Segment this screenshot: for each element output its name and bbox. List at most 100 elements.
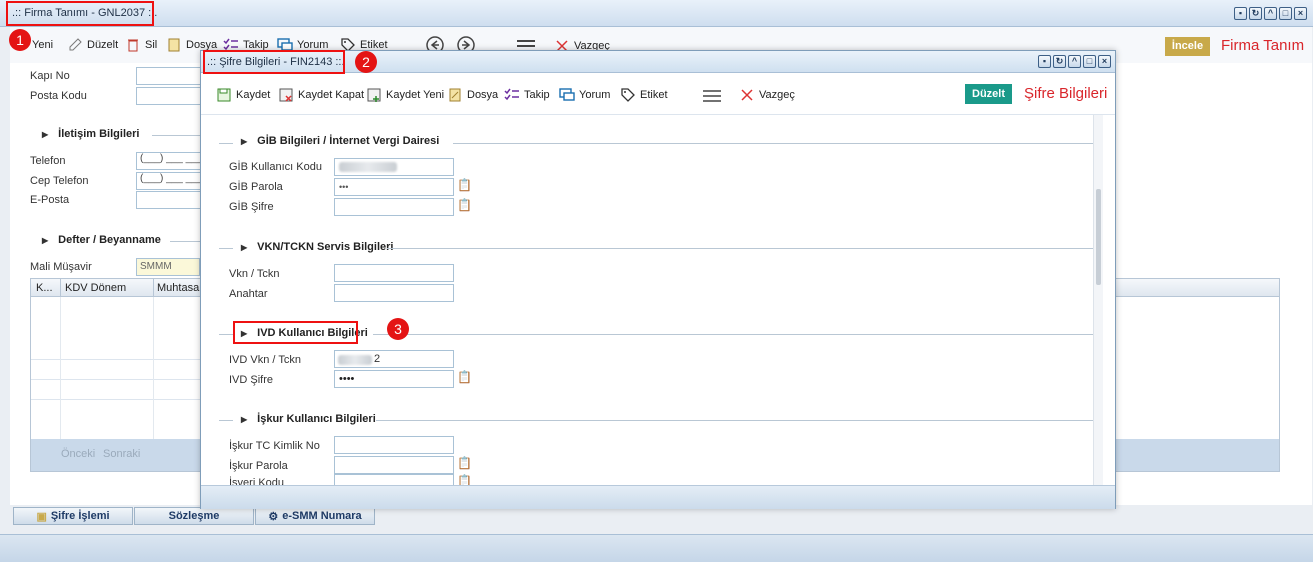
clipboard-icon[interactable]: 📋 [457, 198, 472, 212]
section-divider [373, 334, 1093, 335]
mobile-label: Cep Telefon [30, 175, 89, 187]
gib-cipher-input[interactable] [334, 198, 454, 216]
modal-cancel-label: Vazgeç [759, 89, 795, 101]
close-icon[interactable]: × [1098, 55, 1111, 68]
postal-code-input[interactable] [136, 87, 206, 105]
modal-cancel-button[interactable]: Vazgeç [739, 87, 795, 103]
grid-header-col[interactable]: K... [36, 282, 53, 294]
password-ops-label: Şifre İşlemi [50, 510, 110, 522]
contract-label: Sözleşme [168, 510, 220, 522]
maximize-icon[interactable]: □ [1279, 7, 1292, 20]
iskur-password-input[interactable] [334, 456, 454, 474]
section-divider [376, 420, 1093, 421]
delete-label: Sil [145, 39, 158, 51]
annotation-badge-3: 3 [387, 318, 409, 340]
pin-icon[interactable]: ▪ [1234, 7, 1247, 20]
section-divider [453, 143, 1093, 144]
save-new-label: Kaydet Yeni [386, 89, 445, 101]
save-button[interactable]: Kaydet [216, 87, 270, 103]
grid-header-col[interactable]: Muhtasar [157, 282, 203, 294]
edit-button[interactable]: Düzelt [67, 37, 118, 53]
expand-triangle-icon: ▶ [241, 242, 248, 252]
maximize-icon[interactable]: □ [1083, 55, 1096, 68]
iskur-section-header[interactable]: ▶ İşkur Kullanıcı Bilgileri [241, 413, 376, 425]
clipboard-icon[interactable]: 📋 [457, 456, 472, 470]
new-button[interactable]: Yeni [32, 39, 53, 51]
vkn-input[interactable] [334, 264, 454, 282]
contact-section-header[interactable]: ▶ İletişim Bilgileri [42, 128, 139, 140]
door-no-input[interactable] [136, 67, 206, 85]
gib-section-header[interactable]: ▶ GİB Bilgileri / İnternet Vergi Dairesi [241, 135, 439, 147]
collapse-icon[interactable]: ^ [1068, 55, 1081, 68]
modal-menu-button[interactable] [702, 89, 722, 105]
x-icon [739, 87, 755, 103]
email-label: E-Posta [30, 194, 70, 206]
key-input[interactable] [334, 284, 454, 302]
contact-section-title: İletişim Bilgileri [58, 128, 140, 140]
annotation-box-3 [233, 321, 358, 344]
inspect-button[interactable]: İncele [1165, 37, 1210, 56]
iskur-employer-code-input[interactable] [334, 474, 454, 485]
floppy-close-icon [278, 87, 294, 103]
modal-toolbar: Kaydet Kaydet Kapat Kaydet Yeni Dosya Ta… [201, 73, 1115, 115]
modal-heading: Şifre Bilgileri [1024, 85, 1108, 102]
clipboard-icon[interactable]: 📋 [457, 370, 472, 384]
ivd-vkn-input[interactable]: 2 [334, 350, 454, 368]
contract-tab[interactable]: Sözleşme [134, 507, 254, 525]
iskur-tc-input[interactable] [334, 436, 454, 454]
annotation-box-2 [203, 50, 345, 74]
annotation-badge-1: 1 [9, 29, 31, 51]
edit-label: Düzelt [87, 39, 119, 51]
save-new-button[interactable]: Kaydet Yeni [366, 87, 444, 103]
mobile-input[interactable]: (___) ___ ___ [136, 172, 206, 190]
section-divider [219, 248, 233, 249]
modal-file-label: Dosya [467, 89, 499, 101]
accountant-input[interactable]: SMMM [136, 258, 200, 276]
save-label: Kaydet [236, 89, 271, 101]
clipboard-icon[interactable]: 📋 [457, 178, 472, 192]
expand-triangle-icon: ▶ [241, 414, 248, 424]
vkn-section-header[interactable]: ▶ VKN/TCKN Servis Bilgileri [241, 241, 393, 253]
modal-comment-button[interactable]: Yorum [559, 87, 610, 103]
modal-edit-button[interactable]: Düzelt [965, 84, 1012, 104]
grid-header-col[interactable]: KDV Dönem [65, 282, 126, 294]
modal-tag-button[interactable]: Etiket [620, 87, 668, 103]
modal-scrollbar[interactable] [1093, 115, 1103, 485]
modal-window-controls: ▪ ↻ ^ □ × [1038, 55, 1111, 68]
tag-icon [620, 87, 636, 103]
pin-icon[interactable]: ▪ [1038, 55, 1051, 68]
collapse-icon[interactable]: ^ [1264, 7, 1277, 20]
close-icon[interactable]: × [1294, 7, 1307, 20]
accountant-label: Mali Müşavir [30, 261, 92, 273]
ledger-section-title: Defter / Beyanname [58, 234, 161, 246]
section-divider [219, 420, 233, 421]
iskur-tc-label: İşkur TC Kimlik No [229, 440, 320, 452]
refresh-icon[interactable]: ↻ [1053, 55, 1066, 68]
phone-input[interactable]: (___) ___ ___ [136, 152, 206, 170]
section-divider [219, 334, 233, 335]
modal-track-button[interactable]: Takip [504, 87, 550, 103]
ivd-vkn-value-tail: 2 [374, 353, 381, 365]
col-divider [153, 297, 154, 439]
gib-user-code-input[interactable] [334, 158, 454, 176]
next-page-button[interactable]: Sonraki [103, 448, 140, 460]
prev-page-button[interactable]: Önceki [61, 448, 95, 460]
delete-button[interactable]: Sil [125, 37, 157, 53]
grid-row-line [31, 399, 201, 400]
esmm-number-tab[interactable]: ⚙ e-SMM Numara [255, 507, 375, 525]
save-close-button[interactable]: Kaydet Kapat [278, 87, 364, 103]
gib-password-input[interactable]: ••• [334, 178, 454, 196]
refresh-icon[interactable]: ↻ [1249, 7, 1262, 20]
expand-triangle-icon: ▶ [241, 136, 248, 146]
password-ops-tab[interactable]: ▣ Şifre İşlemi [13, 507, 133, 525]
email-input[interactable] [136, 191, 206, 209]
scroll-thumb[interactable] [1096, 189, 1101, 285]
ledger-section-header[interactable]: ▶ Defter / Beyanname [42, 234, 161, 246]
trash-icon [125, 37, 141, 53]
section-divider [170, 241, 200, 242]
ivd-password-input[interactable]: •••• [334, 370, 454, 388]
modal-file-button[interactable]: Dosya [447, 87, 498, 103]
clipboard-icon[interactable]: 📋 [457, 474, 472, 485]
grid-row-line [31, 359, 201, 360]
checklist-icon [504, 87, 520, 103]
